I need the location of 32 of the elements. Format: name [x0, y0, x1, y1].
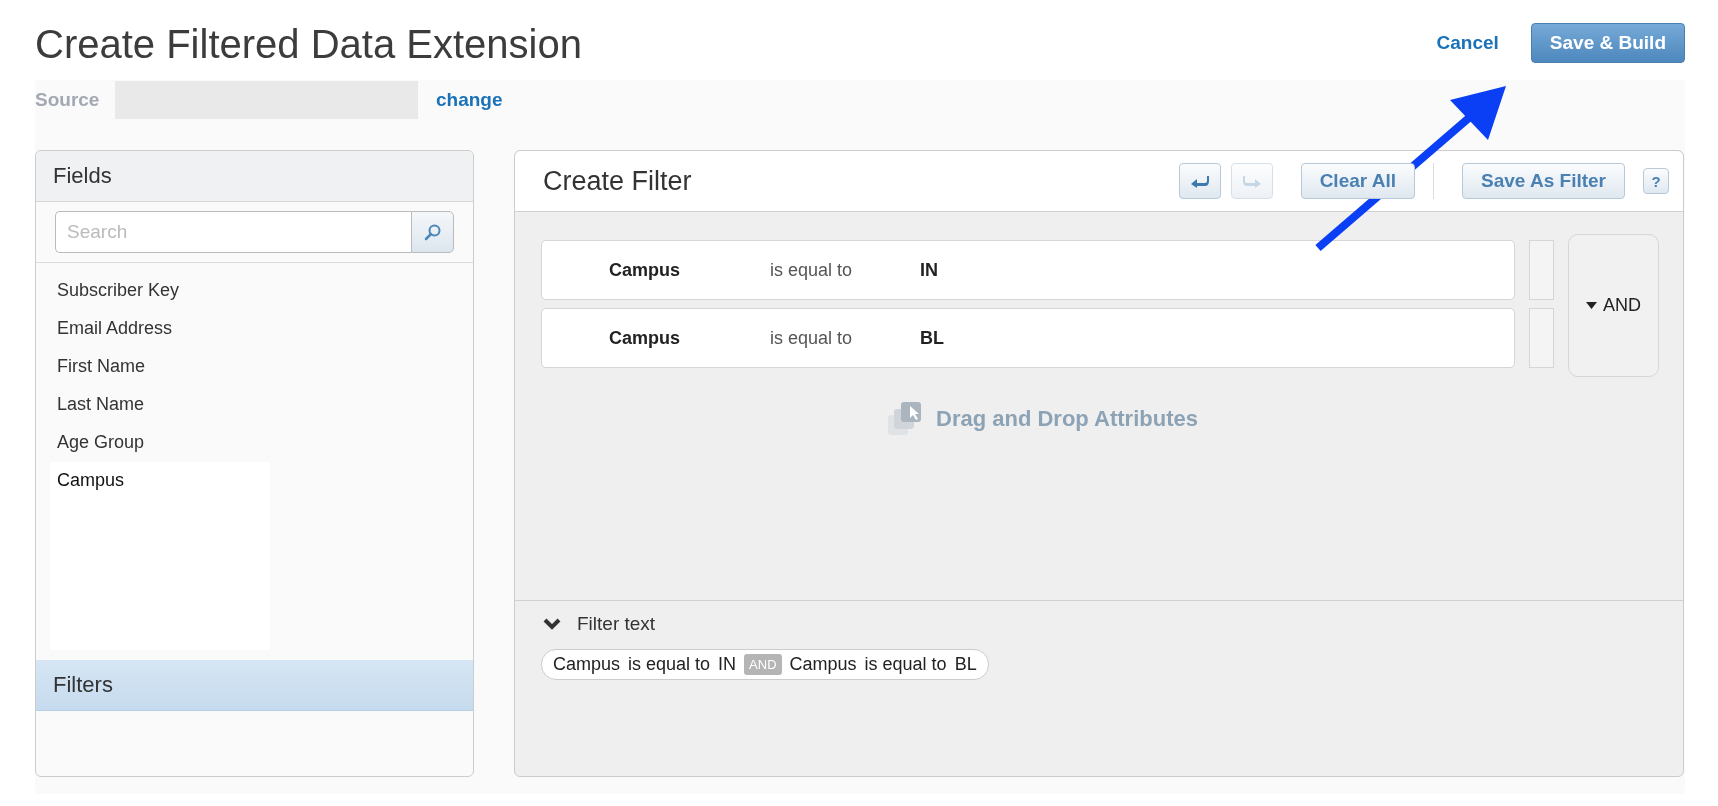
- page-title: Create Filtered Data Extension: [35, 20, 582, 67]
- undo-button[interactable]: [1178, 163, 1221, 199]
- field-item[interactable]: Last Name: [50, 386, 270, 424]
- search-icon: [423, 223, 442, 241]
- field-item[interactable]: Campus: [50, 462, 270, 650]
- field-item[interactable]: Subscriber Key: [50, 272, 270, 310]
- condition-row[interactable]: Campus is equal to IN: [541, 240, 1515, 300]
- field-item[interactable]: Email Address: [50, 310, 270, 348]
- editor-title: Create Filter: [543, 165, 692, 197]
- cancel-link[interactable]: Cancel: [1436, 32, 1499, 54]
- caret-icon: [1586, 302, 1597, 309]
- save-as-filter-button[interactable]: Save As Filter: [1462, 163, 1625, 199]
- field-item[interactable]: Age Group: [50, 424, 270, 462]
- search-button[interactable]: [411, 211, 454, 253]
- filters-header[interactable]: Filters: [36, 660, 473, 711]
- row-handle[interactable]: [1529, 308, 1554, 368]
- fields-header[interactable]: Fields: [36, 151, 473, 202]
- filter-text-pill: Campus is equal to IN AND Campus is equal to BL: [541, 649, 989, 680]
- source-label: Source: [35, 89, 101, 111]
- field-item[interactable]: First Name: [50, 348, 270, 386]
- change-link[interactable]: change: [436, 89, 503, 111]
- clear-all-button[interactable]: Clear All: [1300, 163, 1416, 199]
- condition-row[interactable]: Campus is equal to BL: [541, 308, 1515, 368]
- search-field[interactable]: Search: [55, 211, 411, 253]
- help-button[interactable]: ?: [1643, 168, 1669, 194]
- drop-hint: Drag and Drop Attributes: [936, 406, 1198, 432]
- filter-text-title: Filter text: [577, 613, 656, 635]
- left-arrow-icon: [1189, 174, 1210, 188]
- logic-dropdown[interactable]: AND: [1568, 234, 1659, 377]
- row-handle[interactable]: [1529, 240, 1554, 300]
- right-arrow-icon: [1241, 174, 1262, 188]
- chevron-icon[interactable]: [543, 618, 561, 630]
